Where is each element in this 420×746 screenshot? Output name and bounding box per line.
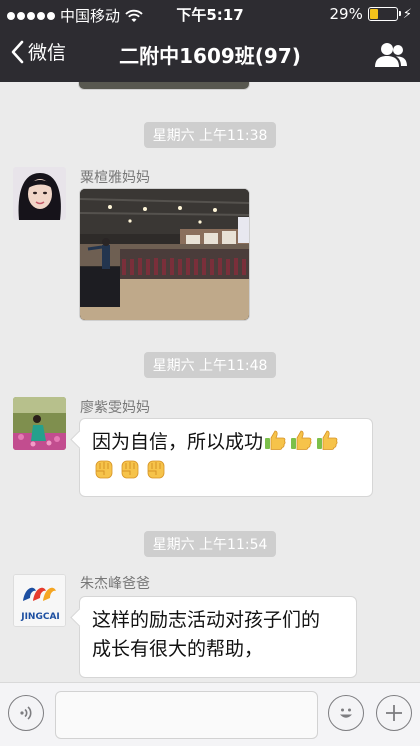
input-bar — [0, 682, 420, 746]
charging-icon: ⚡ — [402, 6, 412, 22]
jingcai-logo: JINGCAI — [14, 575, 65, 626]
battery-icon — [367, 7, 401, 21]
message-text-line: 成长有很大的帮助， — [92, 638, 264, 661]
avatar[interactable] — [13, 167, 66, 220]
timestamp-badge: 星期六 上午11:54 — [0, 531, 420, 557]
group-members-icon[interactable] — [374, 40, 408, 70]
thumbs-up-icon — [291, 430, 312, 450]
top-bar: 中国移动 下午5:17 29% ⚡ 微信 二附中1609班(97) — [0, 0, 420, 82]
message-text-line: 这样的励志活动对孩子们的 — [92, 609, 321, 631]
sender-name: 粟楦雅妈妈 — [80, 170, 150, 186]
fist-icon — [95, 461, 113, 479]
sender-name: 廖紫雯妈妈 — [80, 400, 150, 416]
text-message-bubble[interactable]: 这样的励志活动对孩子们的 成长有很大的帮助， — [79, 596, 357, 678]
plus-icon — [386, 705, 402, 721]
fist-icon — [147, 461, 165, 479]
thumbs-up-icon — [265, 430, 286, 450]
avatar[interactable]: JINGCAI — [13, 574, 66, 627]
text-message-bubble[interactable]: 因为自信，所以成功 — [79, 418, 373, 497]
chat-title: 二附中1609班(97) — [119, 44, 301, 68]
message-input[interactable] — [55, 691, 318, 739]
previous-image-message[interactable] — [78, 82, 250, 90]
avatar[interactable] — [13, 397, 66, 450]
chat-area[interactable]: 星期六 上午11:38 粟楦雅妈妈 星期六 上午11:48 廖紫雯妈妈 因为自信… — [0, 82, 420, 682]
status-right: 29% ⚡ — [330, 5, 412, 23]
emoji-button[interactable] — [328, 695, 364, 731]
image-message[interactable] — [79, 188, 250, 321]
more-options-button[interactable] — [376, 695, 412, 731]
fist-icon — [121, 461, 139, 479]
timestamp-badge: 星期六 上午11:48 — [0, 352, 420, 378]
status-bar: 中国移动 下午5:17 29% ⚡ — [0, 0, 420, 28]
battery-percent: 29% — [329, 5, 363, 23]
sender-name: 朱杰峰爸爸 — [80, 576, 150, 592]
timestamp-badge: 星期六 上午11:38 — [0, 122, 420, 148]
message-text: 因为自信，所以成功 — [92, 431, 264, 453]
smiley-icon — [340, 708, 352, 718]
thumbs-up-icon — [317, 430, 338, 450]
voice-toggle-button[interactable] — [8, 695, 44, 731]
nav-bar: 微信 二附中1609班(97) — [0, 28, 420, 82]
voice-icon — [20, 706, 32, 720]
avatar-logo-text: JINGCAI — [20, 612, 60, 622]
